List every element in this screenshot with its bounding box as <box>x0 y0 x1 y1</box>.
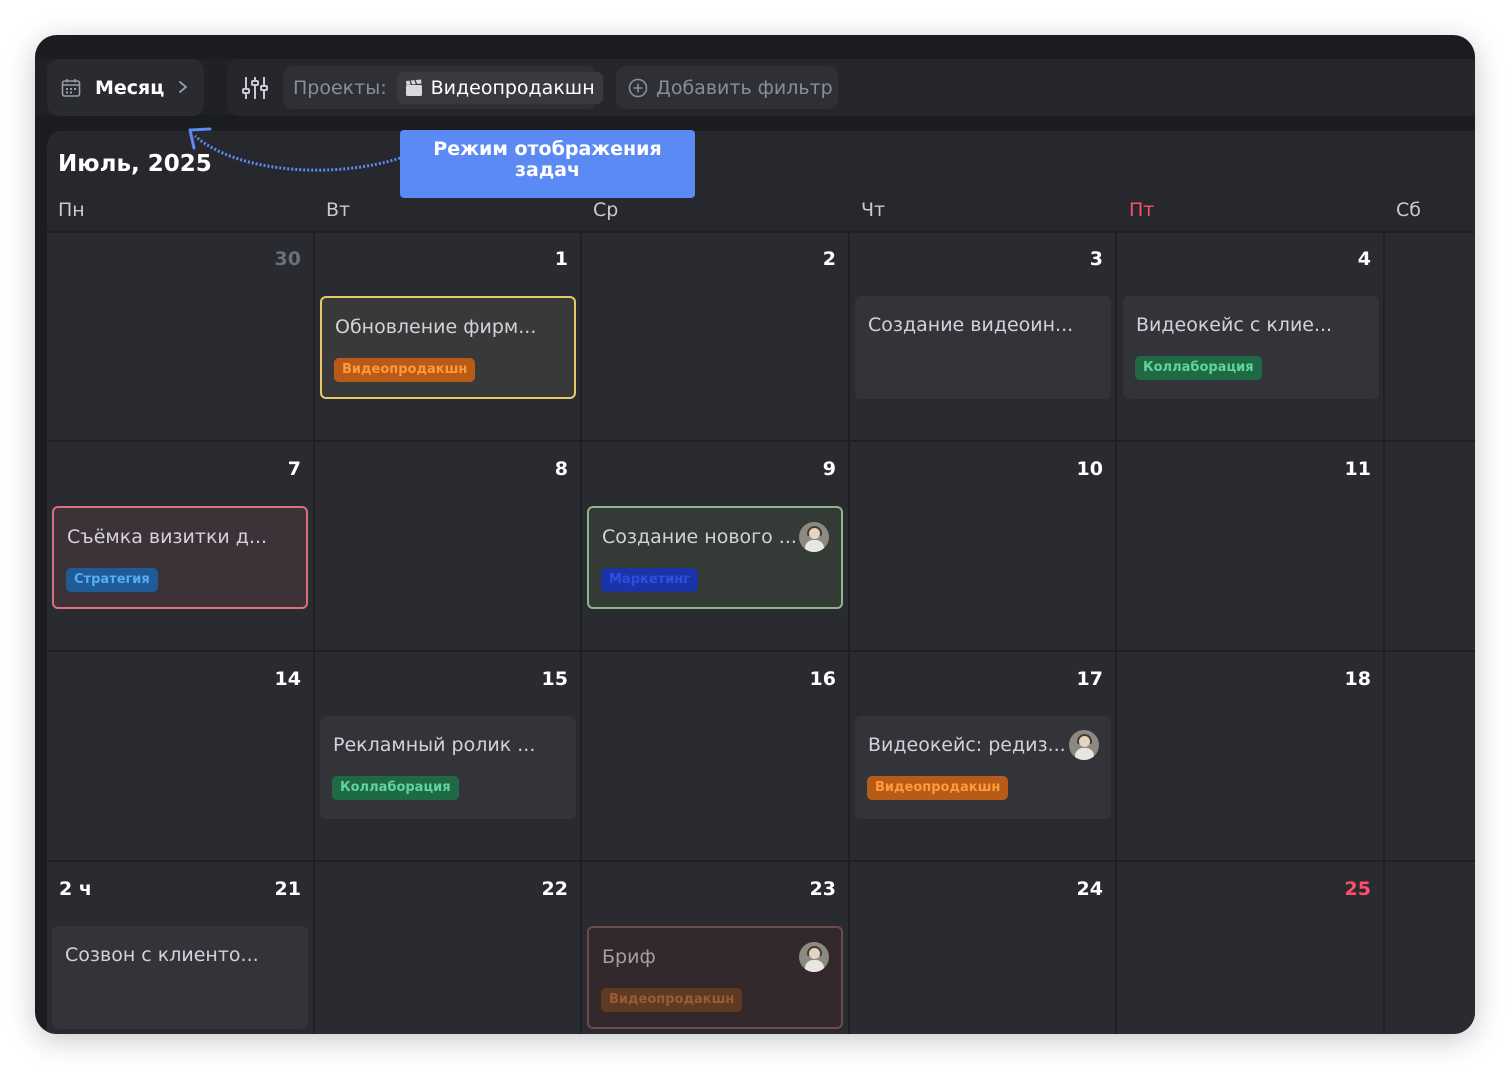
event-title: Создание нового ... <box>602 526 797 548</box>
day-number-today: 25 <box>1344 878 1371 900</box>
project-name: Видеопродакшн <box>430 76 595 99</box>
annotation-line: задач <box>514 159 581 181</box>
grid-divider <box>47 650 1475 652</box>
day-number: 3 <box>1089 248 1103 270</box>
sliders-icon[interactable] <box>241 74 269 102</box>
filter-bar: Проекты: Видеопродакшн Добавить фильтр <box>227 59 1475 116</box>
day-number: 24 <box>1076 878 1103 900</box>
day-number: 8 <box>554 458 568 480</box>
event-title: Видеокейс с клие... <box>1136 314 1333 336</box>
event-card[interactable]: Создание видеоин... <box>855 296 1111 399</box>
project-filter-chip[interactable]: Проекты: Видеопродакшн <box>283 66 603 109</box>
clapperboard-icon <box>405 79 422 96</box>
event-title: Съёмка визитки д... <box>67 526 268 548</box>
day-number: 15 <box>541 668 568 690</box>
weekday-thu: Чт <box>861 199 886 221</box>
weekday-wed: Ср <box>593 199 619 221</box>
day-number: 23 <box>809 878 836 900</box>
event-card[interactable]: Видеокейс с клие... Коллаборация <box>1123 296 1379 399</box>
chevron-right-icon <box>179 81 188 93</box>
event-tag: Видеопродакшн <box>334 358 476 382</box>
event-tag: Видеопродакшн <box>601 988 743 1012</box>
grid-divider <box>47 231 1475 233</box>
calendar-icon <box>61 78 81 97</box>
event-card[interactable]: Рекламный ролик ... Коллаборация <box>320 716 576 819</box>
calendar-grid: 30 1 2 3 4 7 8 9 10 11 14 15 16 17 18 2 … <box>47 231 1475 1034</box>
day-number: 18 <box>1344 668 1371 690</box>
event-title: Создание видеоин... <box>868 314 1074 336</box>
day-number: 2 <box>822 248 836 270</box>
event-card[interactable]: Обновление фирм... Видеопродакшн <box>320 296 576 399</box>
event-card[interactable]: Съёмка визитки д... Стратегия <box>52 506 308 609</box>
event-tag: Стратегия <box>66 568 158 592</box>
event-title: Рекламный ролик ... <box>333 734 536 756</box>
day-number: 22 <box>541 878 568 900</box>
event-tag: Видеопродакшн <box>867 776 1009 800</box>
add-filter-label: Добавить фильтр <box>656 76 833 99</box>
event-tag: Маркетинг <box>601 568 699 592</box>
grid-divider <box>47 440 1475 442</box>
add-filter-button[interactable]: Добавить фильтр <box>616 66 838 109</box>
assignee-avatar[interactable] <box>1069 730 1099 760</box>
day-number: 1 <box>554 248 568 270</box>
grid-divider <box>313 231 315 1034</box>
annotation-line: Режим отображения <box>433 138 662 160</box>
event-title: Бриф <box>602 946 656 968</box>
event-title: Обновление фирм... <box>335 316 537 338</box>
day-number: 21 <box>274 878 301 900</box>
view-mode-label: Месяц <box>95 76 165 99</box>
day-number: 30 <box>274 248 301 270</box>
event-card[interactable]: Создание нового ... Маркетинг <box>587 506 843 609</box>
assignee-avatar[interactable] <box>799 522 829 552</box>
plus-circle-icon <box>628 78 648 97</box>
grid-divider <box>47 860 1475 862</box>
annotation-tooltip: Режим отображения задач <box>400 130 695 198</box>
event-title: Созвон с клиенто... <box>65 944 259 966</box>
event-card[interactable]: Видеокейс: редиз... Видеопродакшн <box>855 716 1111 819</box>
weekday-mon: Пн <box>58 199 85 221</box>
assignee-avatar[interactable] <box>799 942 829 972</box>
grid-divider <box>580 231 582 1034</box>
event-card[interactable]: Бриф Видеопродакшн <box>587 926 843 1029</box>
projects-label: Проекты: <box>293 76 387 99</box>
grid-divider <box>848 231 850 1034</box>
day-number: 14 <box>274 668 301 690</box>
day-number: 9 <box>822 458 836 480</box>
grid-divider <box>1115 231 1117 1034</box>
project-pill[interactable]: Видеопродакшн <box>396 71 603 104</box>
event-title: Видеокейс: редиз... <box>868 734 1066 756</box>
day-number: 17 <box>1076 668 1103 690</box>
event-tag: Коллаборация <box>1135 356 1262 380</box>
day-number: 4 <box>1357 248 1371 270</box>
day-number: 16 <box>809 668 836 690</box>
event-card[interactable]: Созвон с клиенто... <box>52 926 308 1029</box>
weekday-fri: Пт <box>1129 199 1155 221</box>
week-hours-label: 2 ч <box>59 878 92 900</box>
weekday-tue: Вт <box>326 199 351 221</box>
grid-divider <box>1383 231 1385 1034</box>
weekday-sat: Сб <box>1396 199 1421 221</box>
day-number: 7 <box>287 458 301 480</box>
day-number: 11 <box>1344 458 1371 480</box>
event-tag: Коллаборация <box>332 776 459 800</box>
annotation-arrow-icon <box>188 127 401 172</box>
view-mode-button[interactable]: Месяц <box>47 59 204 116</box>
day-number: 10 <box>1076 458 1103 480</box>
calendar-panel: Июль, 2025 Пн Вт Ср Чт Пт Сб 30 1 2 3 4 … <box>47 131 1475 1034</box>
